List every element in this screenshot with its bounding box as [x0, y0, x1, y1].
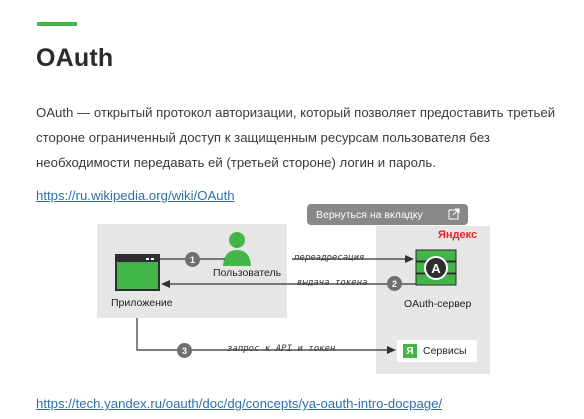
api-request-arrow-label: запрос к API и токен	[227, 344, 336, 354]
svg-text:A: A	[431, 261, 441, 276]
app-window-icon	[115, 254, 160, 291]
yandex-services-icon: Я	[403, 344, 417, 358]
back-to-tab-button[interactable]: Вернуться на вкладку	[307, 204, 468, 225]
oauth-diagram: A Яндекс Пользователь Приложение OAuth-с…	[0, 0, 584, 419]
yandex-logo: Яндекс	[438, 229, 478, 241]
yandex-oauth-docs-link[interactable]: https://tech.yandex.ru/oauth/doc/dg/conc…	[36, 396, 442, 411]
oauth-server-label: OAuth-сервер	[404, 298, 472, 310]
open-in-new-icon	[448, 208, 460, 220]
diagram-connectors: A	[115, 232, 457, 354]
token-arrow-label: выдача токена	[297, 278, 368, 288]
step-2-badge: 2	[387, 276, 402, 291]
step-1-badge: 1	[185, 252, 200, 267]
user-label: Пользователь	[213, 267, 282, 279]
services-badge: Я Сервисы	[397, 340, 477, 362]
back-to-tab-label: Вернуться на вкладку	[316, 208, 423, 221]
services-label: Сервисы	[423, 345, 467, 357]
step-3-badge: 3	[177, 343, 192, 358]
user-icon	[223, 232, 251, 266]
oauth-server-icon: A	[415, 249, 457, 286]
app-label: Приложение	[111, 297, 173, 309]
redirect-arrow-label: переадресация	[294, 253, 365, 263]
